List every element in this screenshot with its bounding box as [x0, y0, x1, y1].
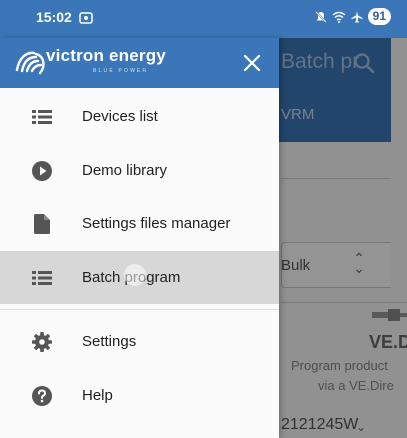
- menu-item-label: Help: [82, 387, 113, 404]
- status-time: 15:02: [36, 9, 72, 25]
- menu-item-devices-list[interactable]: Devices list: [0, 90, 279, 143]
- brand-name: victron energy: [46, 46, 166, 65]
- status-icons: 91: [314, 8, 391, 25]
- close-icon[interactable]: [240, 51, 264, 75]
- menu-item-label: Settings: [82, 333, 137, 350]
- list-icon: [31, 267, 53, 289]
- list-icon: [31, 106, 53, 128]
- drawer-header: victron energy BLUE POWER: [0, 38, 279, 88]
- airplane-icon: [351, 11, 363, 23]
- brand-tagline: BLUE POWER: [93, 68, 149, 74]
- menu-item-demo-library[interactable]: Demo library: [0, 144, 279, 197]
- help-circle-icon: [31, 385, 53, 407]
- menu-item-label: Settings files manager: [82, 215, 231, 232]
- navigation-drawer: victron energy BLUE POWER Devices list D…: [0, 38, 279, 438]
- mute-icon: [314, 10, 327, 23]
- touch-ripple: [124, 264, 146, 286]
- battery-level: 91: [367, 8, 391, 25]
- menu-item-settings[interactable]: Settings: [0, 315, 279, 368]
- file-icon: [31, 213, 53, 235]
- menu-divider: [0, 309, 279, 310]
- screen-record-icon: [79, 12, 93, 24]
- menu-item-help[interactable]: Help: [0, 369, 279, 422]
- gear-icon: [31, 331, 53, 353]
- wifi-icon: [332, 11, 346, 23]
- menu-item-label: Demo library: [82, 162, 168, 179]
- play-circle-icon: [31, 160, 53, 182]
- victron-logo-icon: [15, 51, 45, 75]
- menu-item-label: Devices list: [82, 108, 158, 125]
- menu-item-settings-files-manager[interactable]: Settings files manager: [0, 197, 279, 250]
- menu-item-batch-program[interactable]: Batch program: [0, 251, 279, 304]
